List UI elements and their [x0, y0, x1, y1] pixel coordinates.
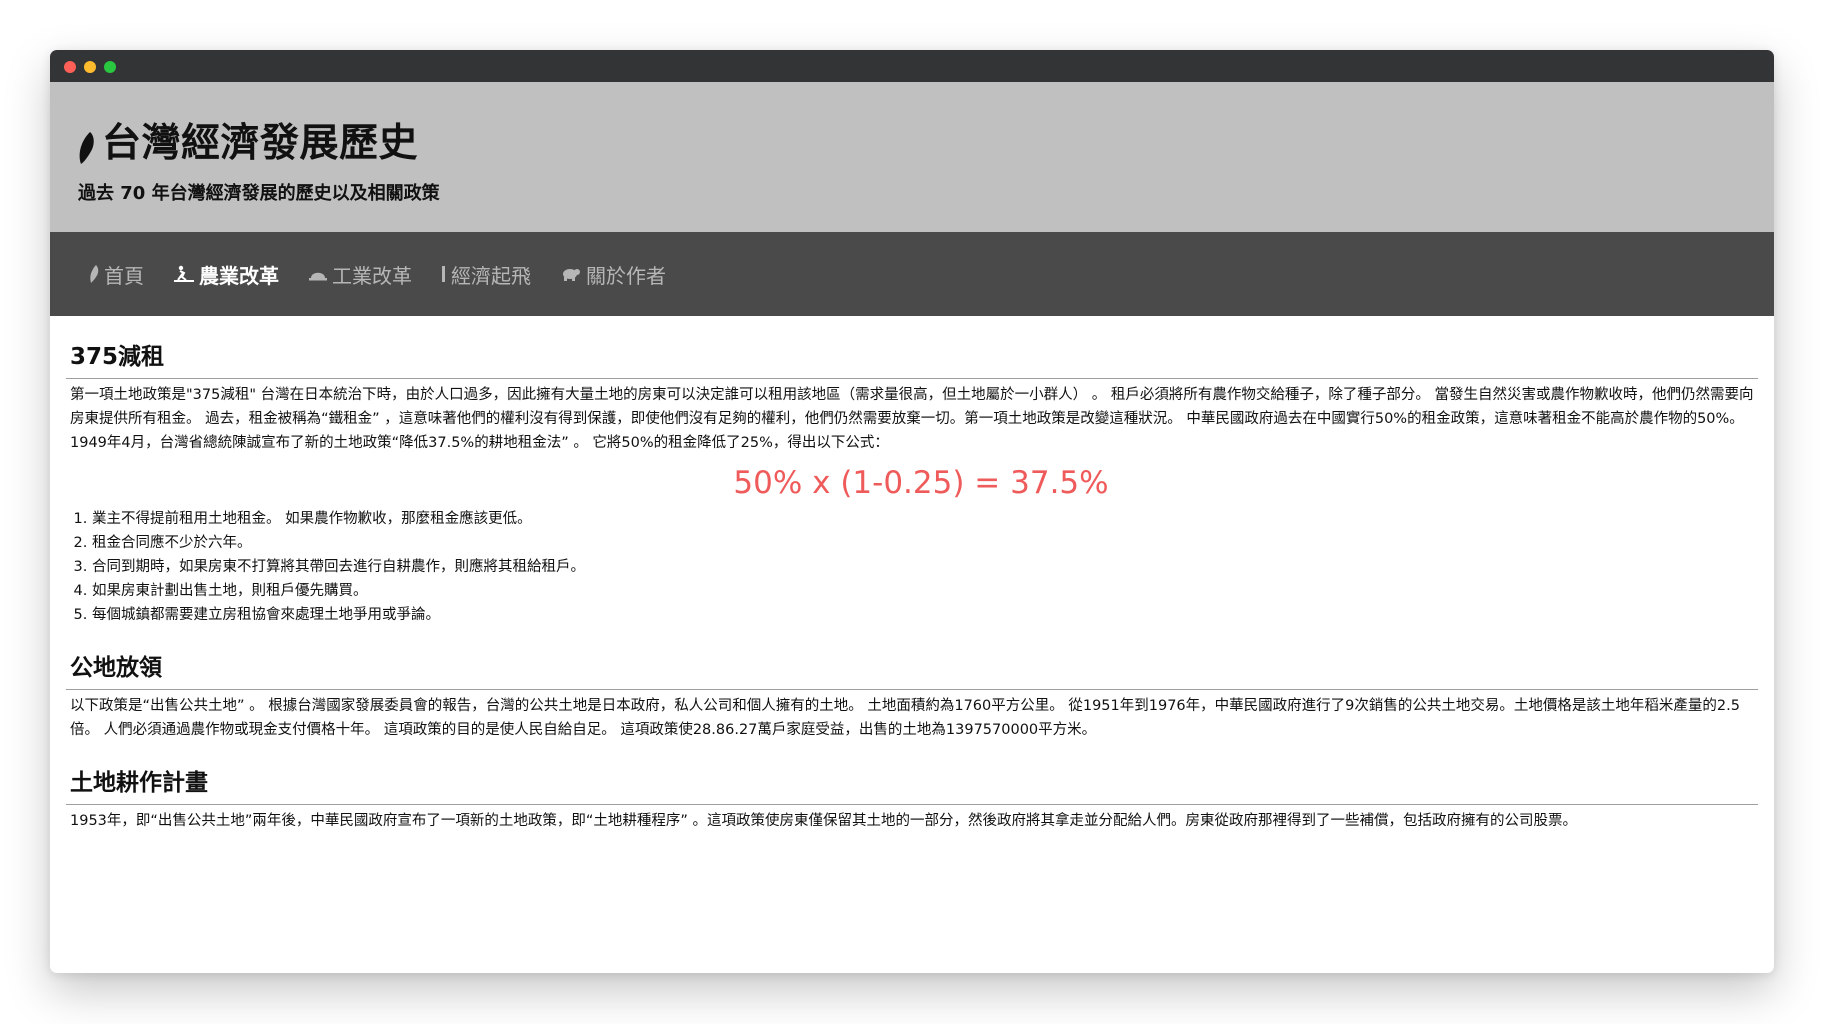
- browser-window: 台灣經濟發展歷史 過去 70 年台灣經濟發展的歷史以及相關政策 首頁 農業改革: [50, 50, 1774, 973]
- divider: [66, 804, 1758, 805]
- list-item: 如果房東計劃出售土地，則租戶優先購買。: [92, 579, 1758, 603]
- nav-item-agriculture-reform[interactable]: 農業改革: [174, 260, 279, 289]
- farmer-icon: [174, 265, 194, 282]
- list-item: 租金合同應不少於六年。: [92, 531, 1758, 555]
- rent-rules-list: 業主不得提前租用土地租金。 如果農作物歉收，那麼租金應該更低。 租金合同應不少於…: [66, 507, 1758, 627]
- main-content: 375減租 第一項土地政策是"375減租" 台灣在日本統治下時，由於人口過多，因…: [50, 316, 1774, 833]
- section-paragraph: 以下政策是“出售公共土地” 。 根據台灣國家發展委員會的報告，台灣的公共土地是日…: [70, 698, 1740, 738]
- nav-label: 經濟起飛: [451, 263, 531, 288]
- section-375-rent-reduction: 375減租 第一項土地政策是"375減租" 台灣在日本統治下時，由於人口過多，因…: [66, 342, 1758, 627]
- page: 台灣經濟發展歷史 過去 70 年台灣經濟發展的歷史以及相關政策 首頁 農業改革: [0, 0, 1824, 1024]
- nav-item-about-author[interactable]: 關於作者: [561, 260, 666, 289]
- nav-label: 工業改革: [332, 263, 412, 288]
- site-subtitle: 過去 70 年台灣經濟發展的歷史以及相關政策: [78, 183, 440, 204]
- site-header: 台灣經濟發展歷史 過去 70 年台灣經濟發展的歷史以及相關政策: [50, 82, 1774, 232]
- section-heading: 375減租: [70, 344, 165, 370]
- site-title: 台灣經濟發展歷史: [102, 121, 419, 166]
- section-land-to-tiller: 土地耕作計畫 1953年，即“出售公共土地”兩年後，中華民國政府宣布了一項新的土…: [66, 768, 1758, 833]
- section-paragraph: 1953年，即“出售公共土地”兩年後，中華民國政府宣布了一項新的土地政策，即“土…: [70, 813, 1578, 829]
- maximize-window-button[interactable]: [104, 61, 116, 73]
- window-titlebar: [50, 50, 1774, 82]
- section-heading: 土地耕作計畫: [70, 770, 208, 796]
- section-heading: 公地放領: [70, 655, 162, 681]
- close-window-button[interactable]: [64, 61, 76, 73]
- nav-item-economic-takeoff[interactable]: 經濟起飛: [442, 260, 531, 289]
- divider: [66, 378, 1758, 379]
- nav-item-home[interactable]: 首頁: [90, 260, 144, 289]
- divider: [66, 689, 1758, 690]
- taiwan-leaf-icon: [90, 265, 99, 283]
- list-item: 每個城鎮都需要建立房租協會來處理土地爭用或爭論。: [92, 603, 1758, 627]
- list-item: 業主不得提前租用土地租金。 如果農作物歉收，那麼租金應該更低。: [92, 507, 1758, 531]
- list-item: 合同到期時，如果房東不打算將其帶回去進行自耕農作，則應將其租給租戶。: [92, 555, 1758, 579]
- bar-icon: [442, 266, 445, 282]
- section-public-land-sale: 公地放領 以下政策是“出售公共土地” 。 根據台灣國家發展委員會的報告，台灣的公…: [66, 653, 1758, 742]
- nav-item-industrial-reform[interactable]: 工業改革: [309, 260, 412, 289]
- bear-icon: [563, 269, 580, 281]
- nav-label: 首頁: [104, 263, 144, 288]
- section-paragraph: 第一項土地政策是"375減租" 台灣在日本統治下時，由於人口過多，因此擁有大量土…: [70, 387, 1754, 451]
- rent-formula: 50% x (1-0.25) = 37.5%: [733, 465, 1109, 501]
- helmet-icon: [309, 272, 327, 281]
- nav-label: 農業改革: [199, 263, 279, 288]
- nav-label: 關於作者: [586, 263, 666, 288]
- taiwan-leaf-icon: [79, 132, 94, 164]
- main-nav: 首頁 農業改革 工業改革 經濟起飛 關於作者: [50, 232, 1774, 316]
- minimize-window-button[interactable]: [84, 61, 96, 73]
- site-title-row: 台灣經濟發展歷史: [78, 116, 1774, 172]
